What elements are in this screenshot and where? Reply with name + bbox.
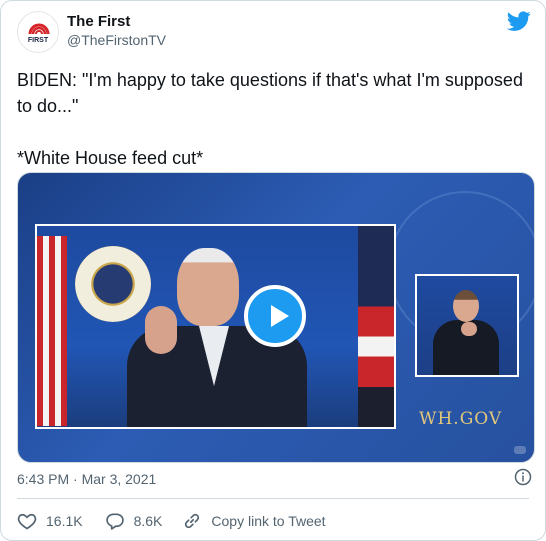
author-handle[interactable]: @TheFirstonTV bbox=[67, 32, 166, 48]
reply-count: 8.6K bbox=[133, 513, 163, 529]
tweet-card: FIRST The First @TheFirstonTV BIDEN: "I'… bbox=[0, 0, 546, 541]
divider bbox=[17, 498, 529, 499]
avatar[interactable]: FIRST bbox=[17, 11, 59, 53]
tweet-text-line: *White House feed cut* bbox=[17, 148, 204, 168]
action-bar: 16.1K 8.6K Copy link to Tweet bbox=[17, 510, 326, 532]
play-icon[interactable] bbox=[244, 285, 306, 347]
link-icon bbox=[185, 513, 200, 529]
tweet-text-line: BIDEN: "I'm happy to take questions if t… bbox=[17, 70, 523, 116]
twitter-bird-icon[interactable] bbox=[507, 9, 531, 33]
author-name[interactable]: The First bbox=[67, 13, 130, 30]
tweet-timestamp[interactable]: 6:43 PM · Mar 3, 2021 bbox=[17, 471, 156, 487]
copy-link-label: Copy link to Tweet bbox=[211, 513, 326, 529]
info-icon[interactable] bbox=[514, 468, 532, 486]
heart-icon bbox=[17, 513, 37, 530]
copy-link-button[interactable]: Copy link to Tweet bbox=[182, 511, 326, 531]
us-flag bbox=[37, 236, 67, 426]
flag-right bbox=[358, 226, 394, 427]
reply-button[interactable]: 8.6K bbox=[105, 511, 163, 531]
like-button[interactable]: 16.1K bbox=[17, 511, 83, 531]
video-frame-speaker bbox=[35, 224, 396, 429]
video-frame-interpreter bbox=[415, 274, 519, 377]
tweet-text: BIDEN: "I'm happy to take questions if t… bbox=[17, 67, 527, 171]
reply-bubble-icon bbox=[105, 513, 124, 530]
avatar-logo-text: FIRST bbox=[28, 37, 49, 44]
like-count: 16.1K bbox=[46, 513, 83, 529]
avatar-logo: FIRST bbox=[28, 23, 50, 44]
video-badge-icon bbox=[514, 446, 526, 454]
video-player[interactable]: WH.GOV bbox=[17, 172, 535, 463]
wh-gov-watermark: WH.GOV bbox=[419, 409, 503, 429]
